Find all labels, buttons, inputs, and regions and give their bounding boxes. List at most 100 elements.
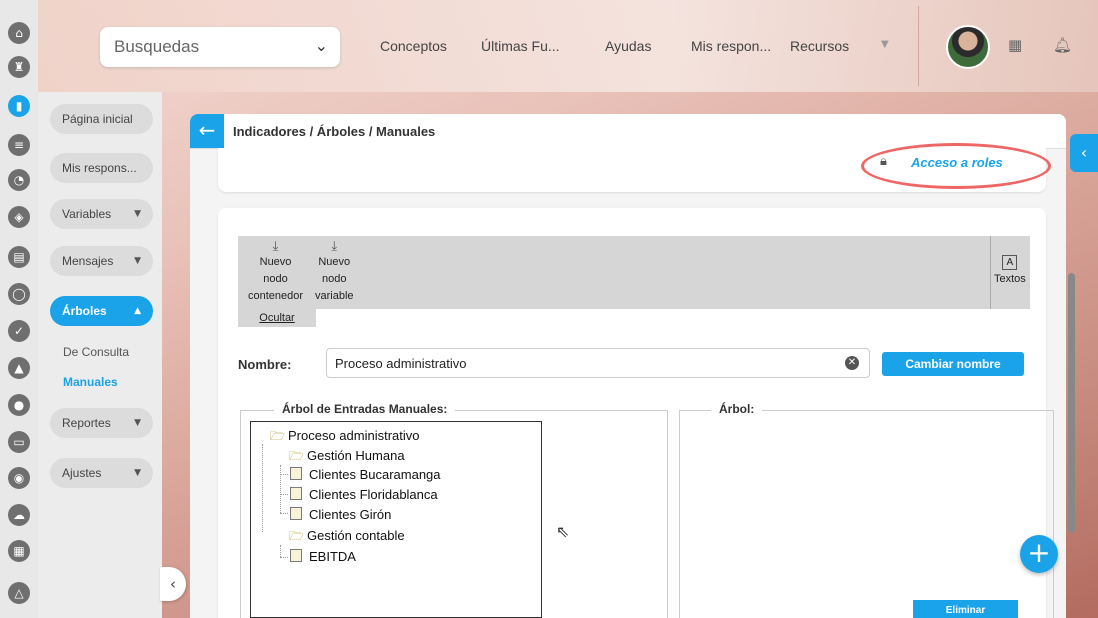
mouse-cursor-icon: ⇖	[556, 522, 570, 541]
nav-conceptos[interactable]: Conceptos	[380, 38, 447, 54]
monitor-icon[interactable]: ▭	[8, 431, 30, 453]
tree-node-label: Gestión contable	[307, 528, 405, 543]
back-arrow-icon[interactable]: ←	[190, 114, 224, 148]
nav-recursos[interactable]: Recursos	[790, 38, 849, 54]
castle-icon[interactable]: ♜	[8, 56, 30, 78]
right-panel-toggle[interactable]: ‹	[1070, 134, 1098, 172]
tree-node[interactable]: Clientes Floridablanca	[290, 487, 438, 502]
sidebar: Página inicial Mis respons... Variables ▼…	[38, 92, 162, 618]
avatar[interactable]	[946, 25, 990, 69]
sidebar-item-label: Ajustes	[62, 466, 102, 480]
sidebar-item-label: Mensajes	[62, 254, 114, 268]
add-button[interactable]: +	[1020, 535, 1058, 573]
sidebar-item-label: Árboles	[62, 304, 107, 318]
cloud-icon[interactable]: ☁	[8, 504, 30, 526]
scrollbar[interactable]	[1066, 178, 1078, 618]
clear-icon[interactable]: ✕	[845, 356, 859, 370]
circle-icon[interactable]: ◯	[8, 283, 30, 305]
sidebar-item-label: Mis respons...	[62, 161, 137, 175]
delete-button[interactable]: Eliminar	[913, 600, 1018, 618]
tree-node[interactable]: Clientes Bucaramanga	[290, 467, 441, 482]
sidebar-item-pagina-inicial[interactable]: Página inicial	[50, 104, 153, 134]
home-icon[interactable]: ⌂	[8, 22, 30, 44]
bell-icon[interactable]: 🔔︎	[1053, 36, 1072, 54]
name-field[interactable]: Proceso administrativo ✕	[326, 348, 870, 378]
button-label: variable	[315, 290, 354, 302]
manual-tree-legend: Árbol de Entradas Manuales:	[274, 402, 456, 416]
chart-icon[interactable]: ▮	[8, 95, 30, 117]
sidebar-item-ajustes[interactable]: Ajustes ▼	[50, 458, 153, 488]
tree-node[interactable]: 🗁 Gestión Humana	[289, 447, 405, 468]
folder-open-icon: 🗁	[289, 449, 304, 463]
sidebar-item-reportes[interactable]: Reportes ▼	[50, 408, 153, 438]
tree-node-label: EBITDA	[309, 549, 356, 564]
toolbar	[238, 236, 1030, 309]
tree-legend: Árbol:	[711, 402, 763, 416]
list-icon[interactable]: ≡	[8, 134, 30, 156]
tree-node-label: Clientes Girón	[309, 507, 392, 522]
hide-toolbar-link[interactable]: Ocultar	[238, 309, 316, 327]
caret-down-icon: ▼	[134, 256, 141, 266]
tree-connector	[280, 513, 288, 514]
icon-rail: ⌂ ♜ ▮ ≡ ◔ ◈ ▤ ◯ ✓ ▲ ● ▭ ◉ ☁ ▦ △	[0, 0, 39, 618]
texts-button[interactable]: A Textos	[994, 254, 1026, 288]
tree-connector	[280, 545, 281, 557]
download-icon: ⤓	[272, 239, 279, 254]
shield-icon[interactable]: ◈	[8, 206, 30, 228]
sidebar-subitem-de-consulta[interactable]: De Consulta	[63, 345, 129, 359]
header-divider	[918, 6, 919, 86]
tree-node[interactable]: 🗁 Proceso administrativo	[270, 427, 420, 448]
nav-mis-responsabilidades[interactable]: Mis respon...	[691, 38, 771, 54]
button-label: nodo	[322, 273, 347, 285]
pie-icon[interactable]: ◔	[8, 169, 30, 191]
tree-node-label: Clientes Floridablanca	[309, 487, 438, 502]
search-dropdown[interactable]: Busquedas ⌄	[100, 27, 340, 67]
button-label: Textos	[994, 273, 1026, 285]
sidebar-item-variables[interactable]: Variables ▼	[50, 199, 153, 229]
new-variable-node-button[interactable]: ⤓ Nuevo nodo variable	[315, 240, 354, 305]
warning-icon[interactable]: ▲	[8, 357, 30, 379]
rename-button[interactable]: Cambiar nombre	[882, 352, 1024, 376]
tree-connector	[280, 557, 288, 558]
new-container-node-button[interactable]: ⤓ Nuevo nodo contenedor	[248, 240, 303, 305]
check-icon[interactable]: ✓	[8, 320, 30, 342]
sidebar-item-mis-responsabilidades[interactable]: Mis respons...	[50, 153, 153, 183]
sidebar-item-label: Variables	[62, 207, 112, 221]
network-icon[interactable]: △	[8, 582, 30, 604]
document-icon	[290, 487, 302, 500]
calendar-icon[interactable]: ▦	[8, 540, 30, 562]
tree-connector	[280, 465, 281, 513]
tree-node-label: Proceso administrativo	[288, 428, 420, 443]
tree-node-label: Clientes Bucaramanga	[309, 467, 441, 482]
target-icon[interactable]: ◉	[8, 467, 30, 489]
button-label: nodo	[263, 273, 288, 285]
tree-node[interactable]: EBITDA	[290, 549, 356, 564]
nav-more-icon[interactable]: ▼	[881, 39, 889, 50]
document-icon	[290, 467, 302, 480]
document-icon[interactable]: ▤	[8, 246, 30, 268]
document-icon	[290, 549, 302, 562]
breadcrumb: Indicadores / Árboles / Manuales	[233, 124, 436, 139]
highlight-oval	[861, 143, 1051, 189]
folder-open-icon: 🗁	[289, 529, 304, 543]
sidebar-item-arboles[interactable]: Árboles ▲	[50, 296, 153, 326]
calendar-icon[interactable]: ▦	[1008, 36, 1022, 54]
collapse-sidebar-button[interactable]: ‹	[160, 567, 186, 601]
nav-ayudas[interactable]: Ayudas	[605, 38, 651, 54]
nav-ultimas-fuentes[interactable]: Últimas Fu...	[481, 38, 560, 54]
sidebar-item-label: Página inicial	[62, 112, 133, 126]
scrollbar-thumb[interactable]	[1068, 273, 1075, 533]
tree-node[interactable]: 🗁 Gestión contable	[289, 527, 405, 548]
sidebar-subitem-manuales[interactable]: Manuales	[63, 375, 118, 389]
users-icon[interactable]: ●	[8, 394, 30, 416]
caret-down-icon: ▼	[134, 418, 141, 428]
name-value: Proceso administrativo	[335, 356, 467, 371]
caret-down-icon: ▼	[134, 209, 141, 219]
tree-connector	[280, 494, 288, 495]
tree-node-label: Gestión Humana	[307, 448, 405, 463]
tree-node[interactable]: Clientes Girón	[290, 507, 391, 522]
tree-fieldset	[679, 410, 1054, 618]
sidebar-item-mensajes[interactable]: Mensajes ▼	[50, 246, 153, 276]
chevron-down-icon: ⌄	[314, 36, 328, 55]
download-icon: ⤓	[331, 239, 338, 254]
